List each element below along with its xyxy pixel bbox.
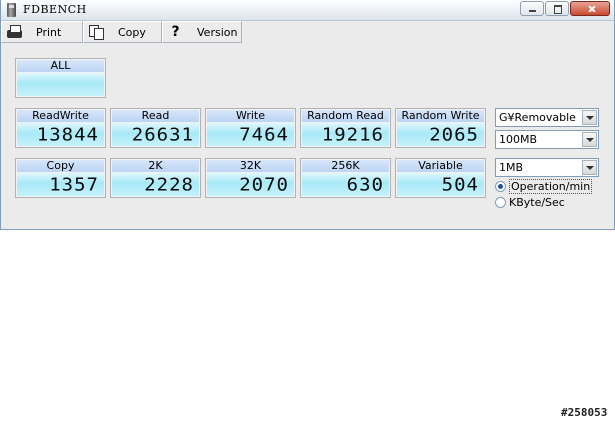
version-label: Version	[197, 25, 238, 39]
tile-value: 2070	[239, 174, 289, 195]
tile-label: ReadWrite	[17, 110, 104, 122]
drive-select[interactable]: G¥Removable	[495, 108, 599, 127]
copy-label: Copy	[118, 25, 146, 39]
tile-display: 2065	[397, 123, 484, 146]
title-bar[interactable]: FDBENCH	[1, 0, 614, 21]
test-size-select[interactable]: 100MB	[495, 130, 599, 149]
radio-unselected-icon	[495, 197, 506, 208]
print-button[interactable]: Print	[1, 21, 83, 43]
minimize-button[interactable]	[520, 1, 544, 16]
unit-operation-radio[interactable]: Operation/min	[495, 179, 593, 194]
tile-label: Variable	[397, 160, 484, 172]
drive-select-value: G¥Removable	[499, 111, 576, 124]
tile-value: 504	[441, 174, 479, 195]
tile-label: 256K	[302, 160, 389, 172]
tile-value: 7464	[239, 124, 289, 145]
tile-display: 2228	[112, 173, 199, 196]
tile-variable[interactable]: Variable 504	[395, 158, 486, 198]
version-button[interactable]: ? Version	[162, 21, 242, 43]
tile-display: 1357	[17, 173, 104, 196]
block-size-select[interactable]: 1MB	[495, 158, 599, 177]
tile-label: Random Write	[397, 110, 484, 122]
tile-display	[17, 73, 104, 96]
help-icon: ?	[171, 24, 180, 40]
tile-display: 504	[397, 173, 484, 196]
tile-display: 26631	[112, 123, 199, 146]
block-size-select-value: 1MB	[499, 161, 524, 174]
tile-value: 630	[346, 174, 384, 195]
tile-value: 1357	[49, 174, 99, 195]
tile-label: 2K	[112, 160, 199, 172]
tile-32k[interactable]: 32K 2070	[205, 158, 296, 198]
tile-display: 630	[302, 173, 389, 196]
test-size-select-value: 100MB	[499, 133, 538, 146]
tile-write[interactable]: Write 7464	[205, 108, 296, 148]
maximize-button[interactable]	[545, 1, 569, 16]
tile-value: 19216	[321, 124, 384, 145]
tile-label: 32K	[207, 160, 294, 172]
tile-copy[interactable]: Copy 1357	[15, 158, 106, 198]
tile-display: 2070	[207, 173, 294, 196]
printer-icon	[7, 25, 22, 38]
tile-label: Write	[207, 110, 294, 122]
tile-value: 2065	[429, 124, 479, 145]
print-label: Print	[36, 25, 62, 39]
chevron-down-icon[interactable]	[582, 160, 597, 175]
radio-selected-icon	[495, 181, 506, 192]
tile-random-write[interactable]: Random Write 2065	[395, 108, 486, 148]
tile-display: 7464	[207, 123, 294, 146]
copy-button[interactable]: Copy	[83, 21, 162, 43]
image-id-watermark: #258053	[561, 406, 608, 419]
close-button[interactable]	[570, 1, 610, 16]
tile-2k[interactable]: 2K 2228	[110, 158, 201, 198]
tile-display: 19216	[302, 123, 389, 146]
tile-read[interactable]: Read 26631	[110, 108, 201, 148]
tile-256k[interactable]: 256K 630	[300, 158, 391, 198]
tile-readwrite[interactable]: ReadWrite 13844	[15, 108, 106, 148]
tile-label: Read	[112, 110, 199, 122]
fdbench-window: FDBENCH Print Copy ? Version ALL ReadWri…	[0, 0, 615, 230]
chevron-down-icon[interactable]	[582, 132, 597, 147]
unit-kbyte-label: KByte/Sec	[509, 196, 565, 209]
tile-label: ALL	[17, 60, 104, 72]
unit-operation-label: Operation/min	[509, 179, 593, 194]
chevron-down-icon[interactable]	[582, 110, 597, 125]
app-icon	[7, 3, 16, 17]
toolbar: Print Copy ? Version	[1, 21, 242, 43]
tile-display: 13844	[17, 123, 104, 146]
tile-all[interactable]: ALL	[15, 58, 106, 98]
tile-value: 2228	[144, 174, 194, 195]
tile-value: 26631	[131, 124, 194, 145]
copy-icon	[89, 25, 104, 40]
window-title: FDBENCH	[23, 3, 87, 16]
tile-random-read[interactable]: Random Read 19216	[300, 108, 391, 148]
tile-value: 13844	[36, 124, 99, 145]
tile-label: Random Read	[302, 110, 389, 122]
tile-label: Copy	[17, 160, 104, 172]
unit-kbyte-radio[interactable]: KByte/Sec	[495, 195, 565, 210]
